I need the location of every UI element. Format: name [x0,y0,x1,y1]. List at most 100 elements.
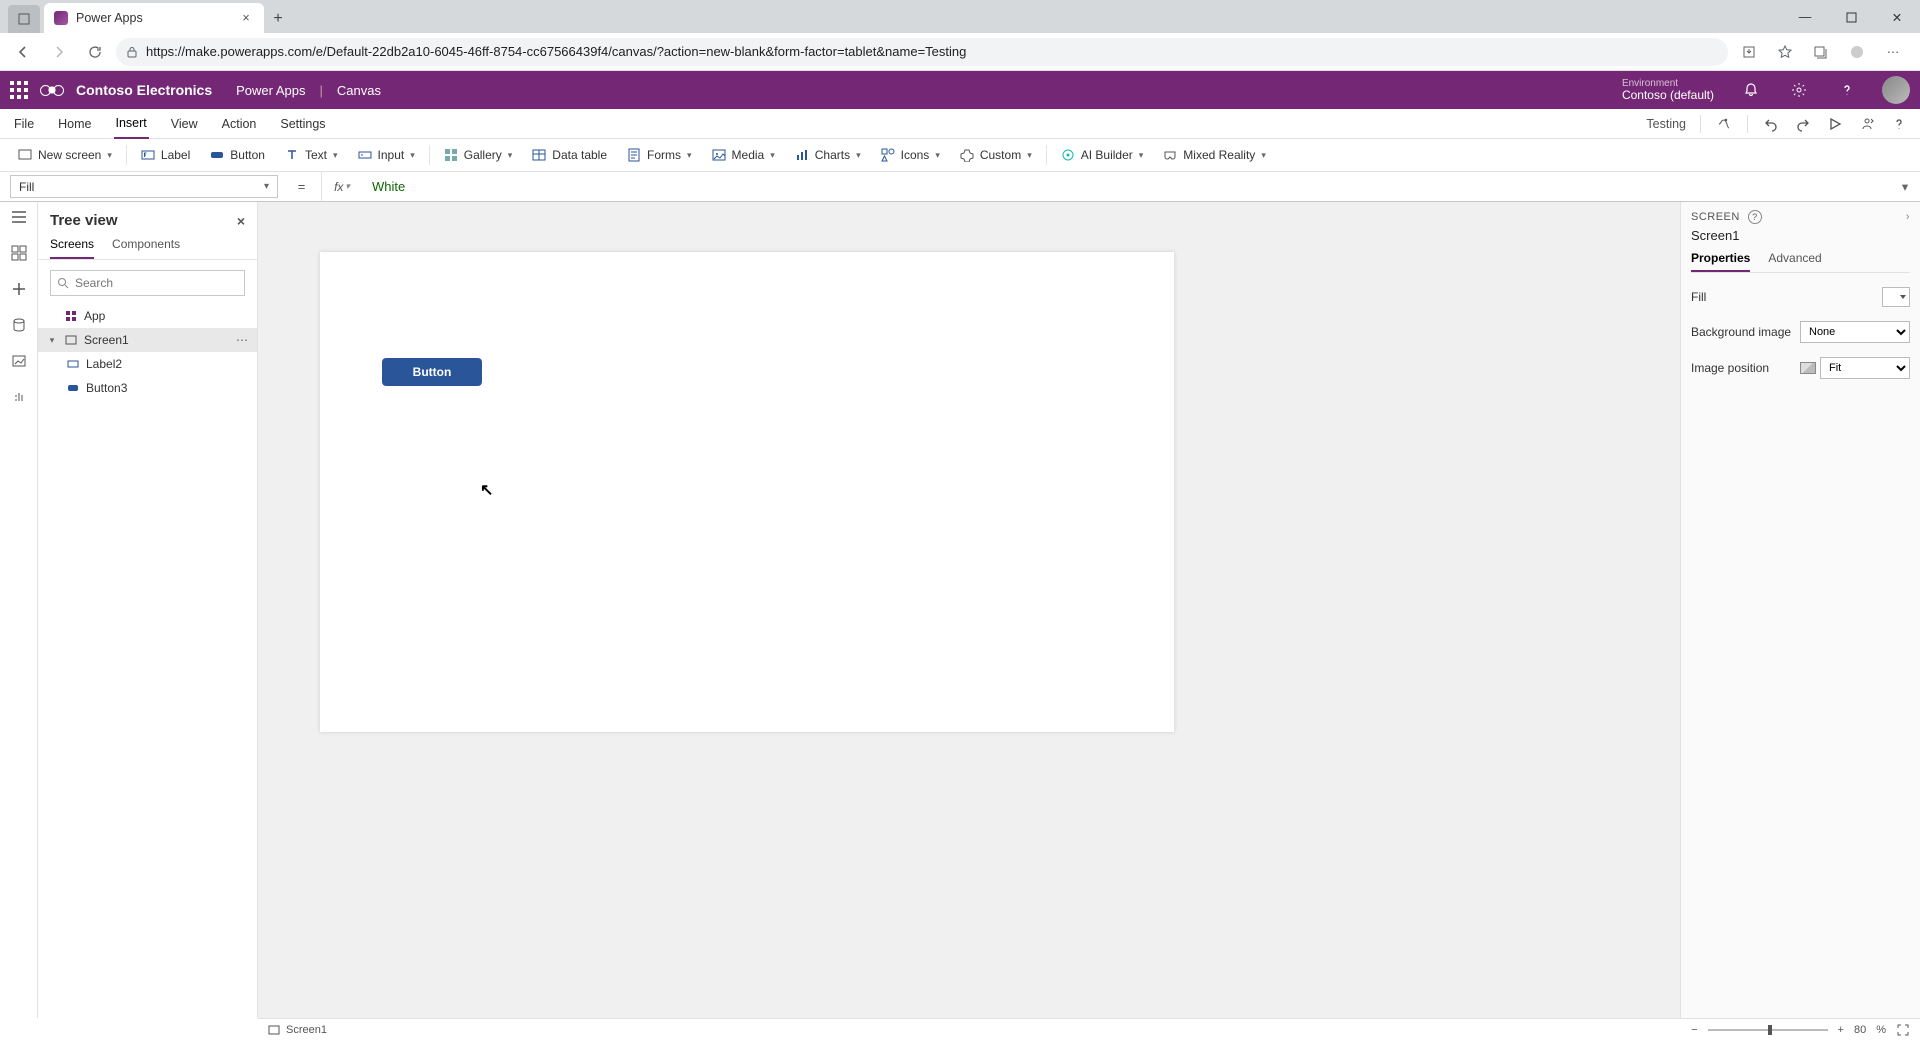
formula-input[interactable]: White [362,172,1890,201]
tree-tab-screens[interactable]: Screens [50,237,94,259]
props-help-icon[interactable]: ? [1748,210,1762,224]
tree-item-app[interactable]: App [38,304,257,328]
formula-bar: Fill▾ = fx▾ White ▾ [0,172,1920,202]
tab-close-icon[interactable]: × [238,11,254,25]
data-table-button[interactable]: Data table [524,144,615,166]
props-tab-properties[interactable]: Properties [1691,251,1750,272]
canvas-screen[interactable]: Button ↖ [320,252,1174,732]
tree-item-button3[interactable]: Button3 [38,376,257,400]
install-app-icon[interactable] [1734,37,1764,67]
tree-tab-components[interactable]: Components [112,237,180,259]
tree-rail-icon[interactable] [10,208,28,226]
zoom-out-icon[interactable]: − [1691,1024,1697,1036]
browser-tab[interactable]: Power Apps × [44,3,264,33]
label-icon [141,148,155,162]
window-minimize-icon[interactable]: — [1782,1,1828,33]
zoom-value: 80 [1854,1024,1866,1036]
back-button[interactable] [8,37,38,67]
canvas-button-control[interactable]: Button ↖ [382,358,482,386]
ribbon-tab-file[interactable]: File [12,110,36,138]
notifications-icon[interactable] [1734,73,1768,107]
url-input[interactable] [146,44,1718,59]
props-expand-icon[interactable]: › [1906,211,1910,223]
ribbon-help-icon[interactable] [1890,115,1908,133]
tree-close-icon[interactable]: × [237,213,245,229]
new-screen-icon [18,148,32,162]
table-icon [532,148,546,162]
gear-icon[interactable] [1782,73,1816,107]
status-bar: Screen1 − + 80 % [258,1018,1920,1040]
charts-button[interactable]: Charts▾ [787,144,869,166]
gallery-button[interactable]: Gallery▾ [436,144,521,166]
ribbon-tab-view[interactable]: View [169,110,200,138]
tree-item-label2[interactable]: Label2 [38,352,257,376]
media-button[interactable]: Media▾ [704,144,783,166]
app-checker-icon[interactable] [1715,115,1733,133]
tree-item-more-icon[interactable]: ⋯ [236,333,249,347]
formula-expand-icon[interactable]: ▾ [1890,172,1920,201]
mixed-reality-button[interactable]: Mixed Reality▾ [1155,144,1274,166]
add-rail-icon[interactable] [10,280,28,298]
ribbon-tab-action[interactable]: Action [220,110,259,138]
cursor-icon: ↖ [480,480,493,500]
new-screen-button[interactable]: New screen▾ [10,144,120,166]
system-tab-icon[interactable] [8,5,40,33]
bgimage-select[interactable]: None [1800,321,1910,343]
text-button[interactable]: Text▾ [277,144,346,166]
favorite-icon[interactable] [1770,37,1800,67]
insert-rail-icon[interactable] [10,244,28,262]
preview-icon[interactable] [1826,115,1844,133]
imgpos-thumb-icon [1800,362,1816,374]
input-icon [358,148,372,162]
data-rail-icon[interactable] [10,316,28,334]
props-tab-advanced[interactable]: Advanced [1768,251,1821,272]
properties-panel: SCREEN ? › Screen1 Properties Advanced F… [1680,202,1920,1018]
property-selector[interactable]: Fill▾ [10,175,278,198]
new-tab-button[interactable]: + [264,5,292,33]
tools-rail-icon[interactable] [10,388,28,406]
fill-color-swatch[interactable] [1882,287,1910,307]
button-insert-button[interactable]: Button [202,144,273,166]
ribbon-tab-home[interactable]: Home [56,110,93,138]
collections-icon[interactable] [1806,37,1836,67]
tree-expand-icon[interactable]: ▾ [46,335,58,346]
app-name[interactable]: Testing [1646,117,1686,131]
profile-icon[interactable] [1842,37,1872,67]
mixed-reality-icon [1163,148,1177,162]
redo-icon[interactable] [1794,115,1812,133]
tree-search-box[interactable] [50,270,245,296]
share-icon[interactable] [1858,115,1876,133]
imgpos-select[interactable]: Fit [1820,357,1910,379]
tree-search-input[interactable] [75,276,238,290]
prop-bgimage-label: Background image [1691,325,1792,339]
zoom-in-icon[interactable]: + [1838,1024,1844,1036]
icons-button[interactable]: Icons▾ [873,144,948,166]
media-rail-icon[interactable] [10,352,28,370]
fit-screen-icon[interactable] [1896,1023,1910,1037]
zoom-slider[interactable] [1708,1029,1828,1031]
canvas-area[interactable]: Button ↖ [258,202,1680,1018]
environment-block[interactable]: Environment Contoso (default) [1622,78,1720,102]
ai-builder-button[interactable]: AI Builder▾ [1053,144,1152,166]
refresh-button[interactable] [80,37,110,67]
window-close-icon[interactable]: ✕ [1874,1,1920,33]
window-maximize-icon[interactable] [1828,1,1874,33]
custom-button[interactable]: Custom▾ [952,144,1040,166]
label-button[interactable]: Label [133,144,198,166]
browser-address-bar: ⋯ [0,33,1920,71]
url-box[interactable] [116,38,1728,66]
app-header: Contoso Electronics Power Apps | Canvas … [0,71,1920,109]
input-button[interactable]: Input▾ [350,144,423,166]
ribbon-tab-insert[interactable]: Insert [114,109,149,139]
forward-button[interactable] [44,37,74,67]
ribbon-tab-settings[interactable]: Settings [278,110,327,138]
user-avatar[interactable] [1882,76,1910,104]
forms-button[interactable]: Forms▾ [619,144,700,166]
tree-item-screen1[interactable]: ▾ Screen1 ⋯ [38,328,257,352]
waffle-icon[interactable] [10,81,28,99]
undo-icon[interactable] [1762,115,1780,133]
browser-menu-icon[interactable]: ⋯ [1878,37,1908,67]
fx-button[interactable]: fx▾ [322,172,362,201]
status-screen-name: Screen1 [286,1024,327,1036]
help-icon[interactable] [1830,73,1864,107]
